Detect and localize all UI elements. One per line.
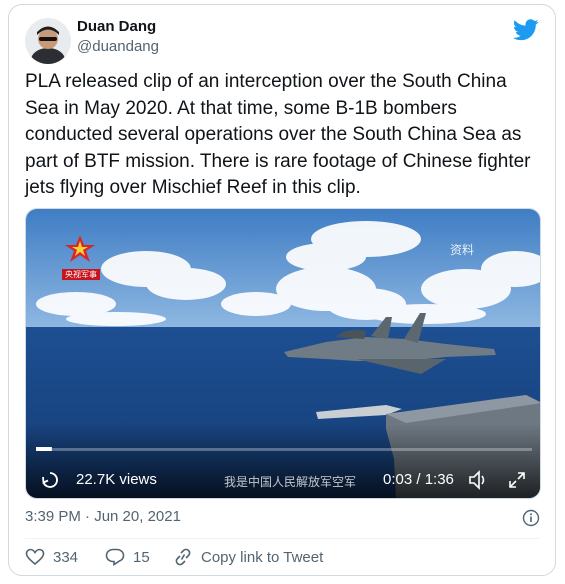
author-name[interactable]: Duan Dang (77, 18, 156, 35)
like-button[interactable]: 334 (25, 548, 78, 566)
video-player[interactable]: 资料 央视军事 22.7K views 我是中国人民解放军空军 0:03 / 1… (25, 208, 541, 499)
author-handle[interactable]: @duandang (77, 38, 159, 55)
replay-icon[interactable] (41, 471, 59, 489)
reply-icon (105, 548, 125, 566)
link-icon (175, 548, 191, 566)
channel-logo-text: 央视军事 (65, 270, 97, 279)
reply-count: 15 (133, 548, 150, 566)
heart-icon (25, 548, 45, 566)
avatar-icon (25, 18, 71, 64)
info-icon[interactable] (522, 509, 540, 527)
reply-button[interactable]: 15 (105, 548, 150, 566)
avatar[interactable] (25, 18, 71, 64)
video-views: 22.7K views (76, 471, 157, 488)
twitter-bird-icon[interactable] (513, 19, 539, 41)
tweet-timestamp[interactable]: 3:39 PM · Jun 20, 2021 (25, 508, 181, 525)
volume-icon[interactable] (468, 470, 490, 490)
video-watermark: 资料 (450, 243, 475, 257)
like-count: 334 (53, 548, 79, 566)
video-caption: 我是中国人民解放军空军 (224, 475, 357, 489)
copy-link-button[interactable]: Copy link to Tweet (173, 548, 323, 566)
fullscreen-icon[interactable] (507, 470, 527, 490)
tweet-card[interactable]: Duan Dang @duandang PLA released clip of… (8, 4, 556, 576)
copy-link-label: Copy link to Tweet (201, 548, 324, 566)
tweet-text: PLA released clip of an interception ove… (25, 71, 531, 198)
divider (25, 538, 539, 539)
video-time: 0:03 / 1:36 (383, 471, 454, 488)
